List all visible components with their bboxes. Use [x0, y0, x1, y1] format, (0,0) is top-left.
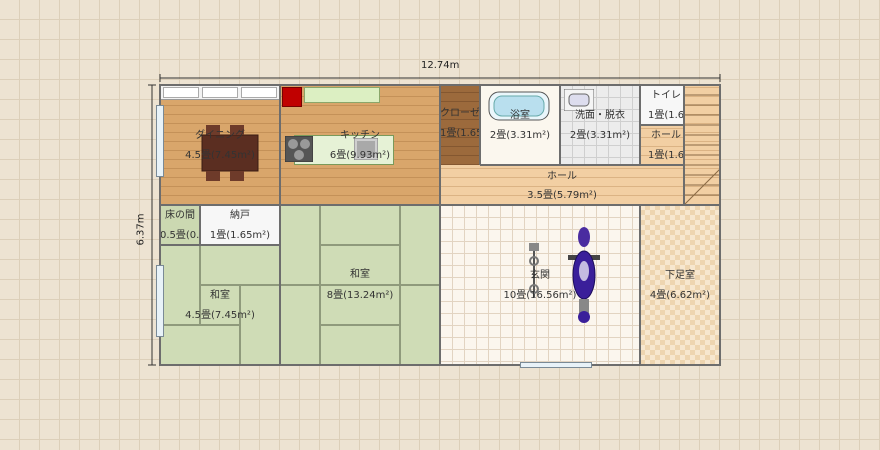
refrigerator-icon: [282, 87, 302, 107]
dining-name: ダイニング: [195, 130, 245, 141]
room-hall-small[interactable]: ホール 1畳(1.65m²): [640, 125, 684, 165]
entrance-door[interactable]: [520, 362, 592, 368]
window-icon: [156, 105, 164, 177]
shoe-room-name: 下足室: [665, 270, 695, 281]
entrance-name: 玄関: [530, 270, 550, 281]
kitchen-size: 6畳(9.93m²): [329, 150, 391, 161]
washroom-size: 2畳(3.31m²): [569, 130, 631, 141]
entrance-size: 10畳(16.56m²): [503, 290, 577, 301]
room-storage[interactable]: 納戸 1畳(1.65m²): [200, 205, 280, 245]
hall-small-name: ホール: [651, 130, 681, 141]
toilet-size: 1畳(1.65m²): [648, 110, 684, 121]
room-dining[interactable]: ダイニング 4.5畳(7.45m²): [160, 85, 280, 205]
window-icon: [156, 265, 164, 337]
washroom-name: 洗面・脱衣: [575, 110, 625, 121]
washitsu-large-size: 8畳(13.24m²): [326, 290, 394, 301]
shoe-room-size: 4畳(6.62m²): [649, 290, 711, 301]
room-shoe[interactable]: 下足室 4畳(6.62m²): [640, 205, 720, 365]
wall: [683, 85, 685, 205]
wall: [639, 205, 641, 365]
wall: [479, 85, 481, 165]
room-bath[interactable]: 浴室 2畳(3.31m²): [480, 85, 560, 165]
washbasin-icon: [564, 89, 594, 111]
wall: [439, 85, 441, 365]
hall-size: 3.5畳(5.79m²): [527, 190, 597, 201]
kitchen-name: キッチン: [340, 130, 380, 141]
width-dimension: 12.74m: [421, 60, 460, 71]
storage-size: 1畳(1.65m²): [209, 230, 271, 241]
wall: [160, 204, 720, 206]
window-icon: [160, 85, 280, 100]
room-toilet[interactable]: トイレ 1畳(1.65m²): [640, 85, 684, 125]
washitsu-large-name: 和室: [350, 269, 370, 280]
wall: [640, 124, 684, 126]
bath-name: 浴室: [510, 110, 530, 121]
wall: [160, 244, 280, 246]
tokonoma-size: 0.5畳(0.82m²): [160, 230, 200, 241]
dining-size: 4.5畳(7.45m²): [185, 150, 255, 161]
closet-name: クローゼット: [440, 108, 480, 119]
bath-size: 2畳(3.31m²): [489, 130, 551, 141]
room-washroom[interactable]: 洗面・脱衣 2畳(3.31m²): [560, 85, 640, 165]
depth-dimension: 6.37m: [135, 213, 147, 246]
staircase-icon: [684, 85, 720, 205]
room-hall[interactable]: ホール 3.5畳(5.79m²): [440, 165, 684, 205]
kitchen-counter-icon: [304, 87, 380, 103]
hall-small-size: 1畳(1.65m²): [648, 150, 684, 161]
wall: [199, 205, 201, 245]
room-tokonoma[interactable]: 床の間 0.5畳(0.82m²): [160, 205, 200, 245]
closet-size: 1畳(1.65m²): [440, 128, 480, 139]
washitsu-small-size: 4.5畳(7.45m²): [185, 310, 255, 321]
wall: [480, 164, 684, 166]
wall: [719, 84, 721, 366]
toilet-name: トイレ: [651, 90, 681, 101]
wall: [559, 85, 561, 165]
room-washitsu-small[interactable]: 和室 4.5畳(7.45m²): [160, 245, 280, 365]
tokonoma-name: 床の間: [165, 210, 195, 221]
room-entrance[interactable]: 玄関 10畳(16.56m²): [440, 205, 640, 365]
room-closet[interactable]: クローゼット 1畳(1.65m²): [440, 85, 480, 165]
storage-name: 納戸: [230, 210, 250, 221]
hall-name: ホール: [547, 171, 577, 182]
room-washitsu-large[interactable]: 和室 8畳(13.24m²): [280, 205, 440, 365]
washitsu-small-name: 和室: [210, 290, 230, 301]
room-kitchen[interactable]: キッチン 6畳(9.93m²): [280, 85, 440, 205]
wall: [279, 85, 281, 365]
